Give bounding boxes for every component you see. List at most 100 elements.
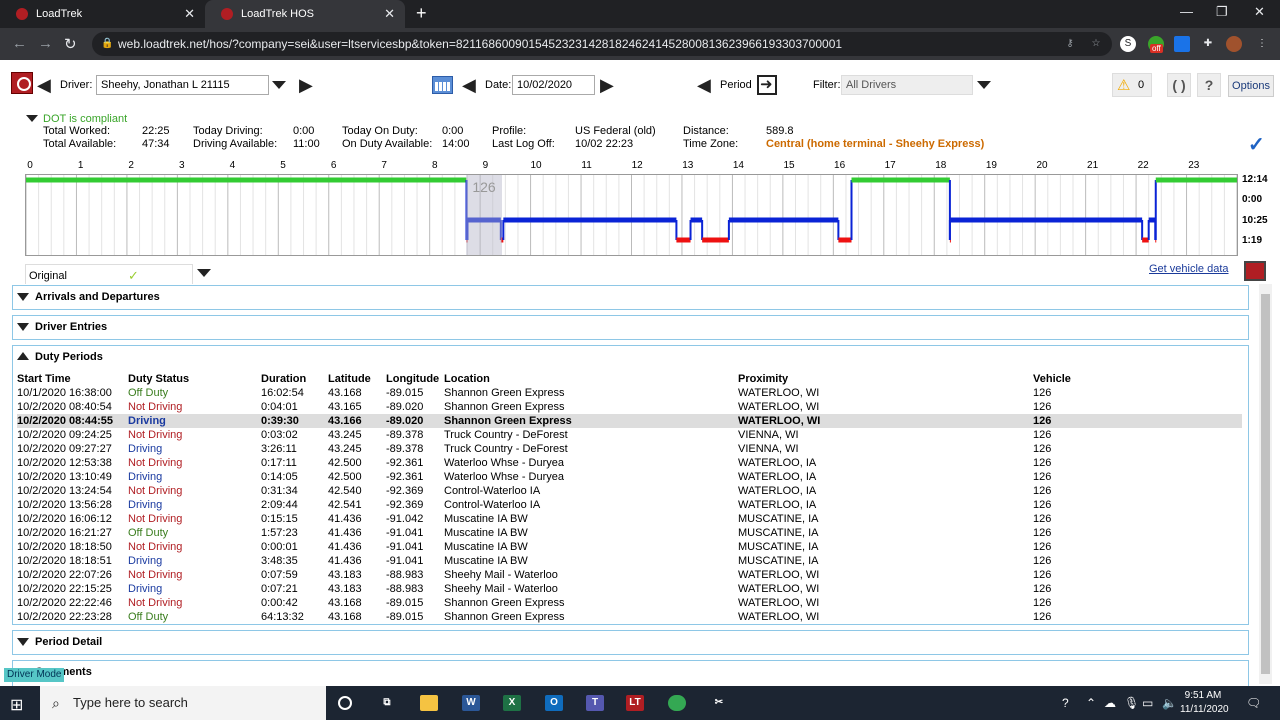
driver-entries-section[interactable]: Driver Entries [12, 315, 1249, 340]
new-tab-icon[interactable]: + [416, 3, 427, 24]
log-version-select[interactable]: Original ✓ [25, 264, 193, 284]
column-header[interactable]: Latitude [328, 372, 386, 386]
table-row[interactable]: 10/2/2020 09:27:27 Driving 3:26:11 43.245 -8… [17, 442, 1242, 456]
extension-s-icon[interactable]: S [1120, 36, 1136, 52]
extensions-puzzle-icon[interactable]: ✚ [1200, 36, 1216, 52]
close-tab-icon[interactable]: ✕ [184, 0, 195, 28]
clock-date: 11/11/2020 [1180, 704, 1229, 715]
help-tray-icon[interactable]: ? [1062, 696, 1069, 710]
key-icon[interactable]: ⚷ [1062, 36, 1078, 52]
table-row[interactable]: 10/2/2020 08:40:54 Not Driving 0:04:01 43.1… [17, 400, 1242, 414]
profile-avatar[interactable] [1226, 36, 1242, 52]
table-row[interactable]: 10/2/2020 08:44:55 Driving 0:39:30 43.166 -8… [17, 414, 1242, 428]
notifications-icon[interactable]: 🗨 [1246, 696, 1261, 710]
next-date-icon[interactable]: ▶︎ [600, 76, 614, 94]
column-header[interactable]: Duty Status [128, 372, 261, 386]
get-vehicle-data-link[interactable]: Get vehicle data [1149, 263, 1229, 275]
previous-driver-icon[interactable]: ◀︎ [37, 76, 51, 94]
page-scrollbar[interactable] [1259, 284, 1272, 684]
period-detail-section[interactable]: Period Detail [12, 630, 1249, 655]
column-header[interactable]: Proximity [738, 372, 1033, 386]
duty-status-graph[interactable]: 126 [25, 174, 1238, 256]
driver-field[interactable]: Sheehy, Jonathan L 21115 [96, 75, 269, 95]
forward-icon[interactable]: → [38, 35, 53, 52]
url-field[interactable]: 🔒 web.loadtrek.net/hos/?company=sei&user… [92, 32, 1112, 56]
back-icon[interactable]: ← [12, 35, 27, 52]
column-header[interactable]: Start Time [17, 372, 128, 386]
browser-tab-loadtrek[interactable]: LoadTrek ✕ [0, 0, 205, 28]
scrollbar-thumb[interactable] [1261, 294, 1270, 674]
excel-icon[interactable]: X [503, 695, 521, 711]
file-explorer-icon[interactable] [420, 695, 438, 711]
column-header[interactable]: Vehicle [1033, 372, 1242, 386]
table-cell: WATERLOO, IA [738, 457, 817, 469]
browser-tab-loadtrek-hos[interactable]: LoadTrek HOS ✕ [205, 0, 405, 28]
help-button[interactable]: ? [1197, 73, 1221, 97]
table-row[interactable]: 10/2/2020 18:18:50 Not Driving 0:00:01 41.4… [17, 540, 1242, 554]
previous-period-icon[interactable]: ◀︎ [697, 76, 711, 94]
driver-mode-badge[interactable]: Driver Mode [4, 668, 65, 682]
column-header[interactable]: Location [444, 372, 738, 386]
report-icon[interactable] [1244, 261, 1266, 281]
show-hidden-icons-icon[interactable]: ⌃ [1086, 696, 1096, 710]
refresh-button[interactable]: ( ) [1167, 73, 1191, 97]
options-button[interactable]: Options [1228, 75, 1274, 97]
taskbar-clock[interactable]: 9:51 AM 11/11/2020 [1180, 689, 1229, 717]
word-icon[interactable]: W [462, 695, 480, 711]
selected-period-vehicle: 126 [472, 179, 496, 195]
table-row[interactable]: 10/2/2020 13:10:49 Driving 0:14:05 42.500 -9… [17, 470, 1242, 484]
duty-periods-section: Duty Periods Start Time Duty Status Durati… [12, 345, 1249, 625]
arrivals-departures-section[interactable]: Arrivals and Departures [12, 285, 1249, 310]
network-icon[interactable]: ▭ [1142, 696, 1153, 710]
chrome-icon[interactable] [668, 695, 686, 711]
table-cell: Not Driving [128, 457, 183, 469]
calendar-icon[interactable] [432, 76, 453, 94]
microphone-icon[interactable]: 🎙 [1124, 696, 1139, 710]
comments-section[interactable]: Comments [12, 660, 1249, 686]
table-cell: WATERLOO, WI [738, 569, 820, 581]
driver-dropdown-icon[interactable] [272, 81, 286, 89]
table-row[interactable]: 10/2/2020 16:21:27 Off Duty 1:57:23 41.436 -… [17, 526, 1242, 540]
filter-dropdown-icon[interactable] [977, 81, 991, 89]
teams-icon[interactable]: T [586, 695, 604, 711]
bookmark-star-icon[interactable]: ☆ [1088, 36, 1104, 52]
table-row[interactable]: 10/2/2020 13:56:28 Driving 2:09:44 42.541 -9… [17, 498, 1242, 512]
next-period-icon[interactable] [757, 75, 777, 95]
table-row[interactable]: 10/1/2020 16:38:00 Off Duty 16:02:54 43.168… [17, 386, 1242, 400]
outlook-icon[interactable]: O [545, 695, 563, 711]
filter-select[interactable]: All Drivers [841, 75, 973, 95]
warnings-button[interactable]: ⚠ 0 [1112, 73, 1152, 97]
off-duty-total: 12:14 [1242, 174, 1268, 185]
table-row[interactable]: 10/2/2020 12:53:38 Not Driving 0:17:11 42.5… [17, 456, 1242, 470]
date-field[interactable]: 10/02/2020 [512, 75, 595, 95]
close-tab-icon[interactable]: ✕ [384, 0, 395, 28]
close-window-icon[interactable]: ✕ [1254, 4, 1265, 20]
reload-icon[interactable]: ↻ [64, 35, 77, 53]
column-header[interactable]: Longitude [386, 372, 444, 386]
cortana-icon[interactable] [338, 696, 352, 710]
table-row[interactable]: 10/2/2020 22:23:28 Off Duty 64:13:32 43.168… [17, 610, 1242, 624]
collapse-summary-icon[interactable] [26, 115, 38, 122]
snipping-tool-icon[interactable]: ✂ [710, 695, 728, 711]
minimize-icon[interactable]: — [1180, 4, 1193, 19]
taskbar-search-box[interactable]: ⌕ Type here to search [40, 686, 326, 720]
browser-menu-icon[interactable]: ⋮ [1254, 36, 1270, 52]
table-row[interactable]: 10/2/2020 16:06:12 Not Driving 0:15:15 41.4… [17, 512, 1242, 526]
extension-docs-icon[interactable] [1174, 36, 1190, 52]
windows-start-icon[interactable]: ⊞ [10, 695, 23, 715]
next-driver-icon[interactable]: ▶︎ [299, 76, 313, 94]
volume-icon[interactable]: 🔈 [1162, 696, 1177, 710]
table-row[interactable]: 10/2/2020 22:22:46 Not Driving 0:00:42 43.1… [17, 596, 1242, 610]
log-version-dropdown-icon[interactable] [197, 269, 211, 277]
maximize-icon[interactable]: ❐ [1216, 4, 1228, 20]
table-row[interactable]: 10/2/2020 13:24:54 Not Driving 0:31:34 42.5… [17, 484, 1242, 498]
column-header[interactable]: Duration [261, 372, 328, 386]
loadtrek-app-icon[interactable]: LT [626, 695, 644, 711]
onedrive-icon[interactable]: ☁ [1104, 696, 1116, 710]
previous-date-icon[interactable]: ◀︎ [462, 76, 476, 94]
table-row[interactable]: 10/2/2020 22:07:26 Not Driving 0:07:59 43.1… [17, 568, 1242, 582]
table-row[interactable]: 10/2/2020 22:15:25 Driving 0:07:21 43.183 -8… [17, 582, 1242, 596]
table-row[interactable]: 10/2/2020 18:18:51 Driving 3:48:35 41.436 -9… [17, 554, 1242, 568]
table-row[interactable]: 10/2/2020 09:24:25 Not Driving 0:03:02 43.2… [17, 428, 1242, 442]
task-view-icon[interactable]: ⧉ [378, 695, 396, 711]
